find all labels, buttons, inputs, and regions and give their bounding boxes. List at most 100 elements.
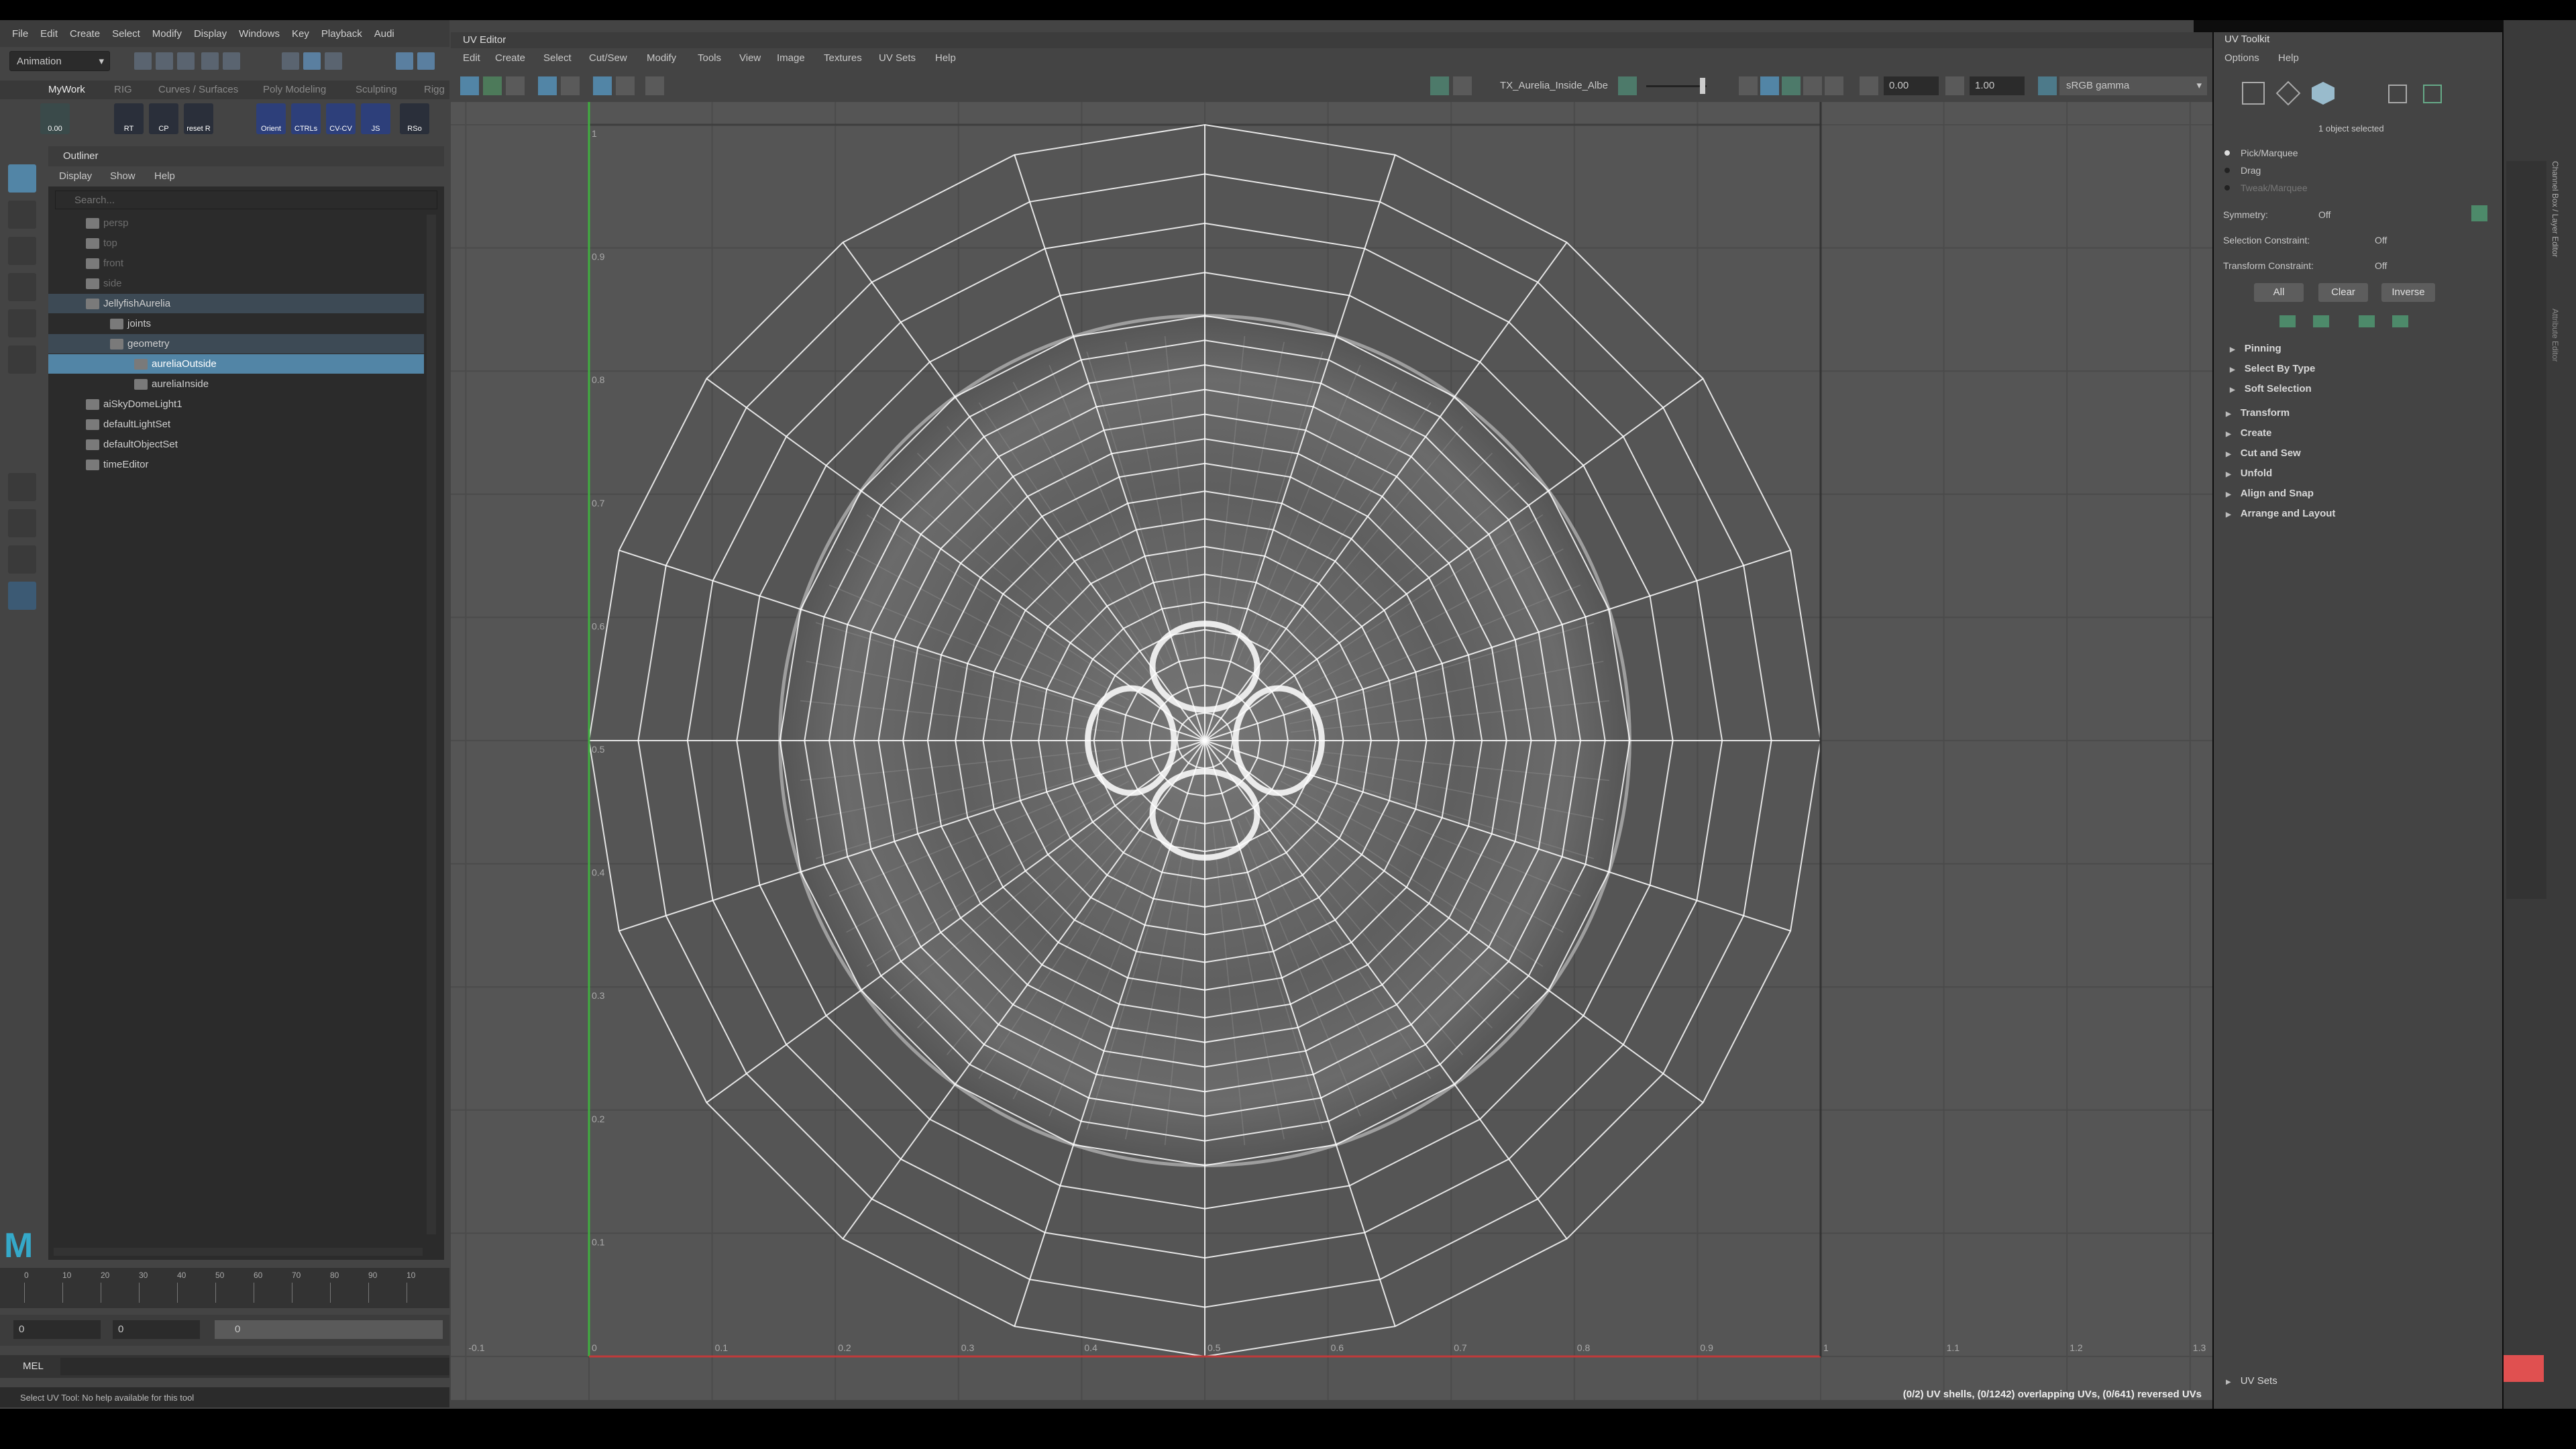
menu-playback[interactable]: Playback <box>321 28 362 40</box>
uv-frame-sel-icon[interactable] <box>1760 76 1779 95</box>
select-border-icon[interactable] <box>2359 315 2375 327</box>
radio-tweak-icon[interactable] <box>2224 185 2230 191</box>
two-view-layout-icon[interactable] <box>8 545 36 574</box>
symmetry-toggle-icon[interactable] <box>2471 205 2487 221</box>
gamma-icon[interactable] <box>1945 76 1964 95</box>
outliner-row[interactable]: aiSkyDomeLight1 <box>48 394 424 414</box>
outliner-hscrollbar[interactable] <box>54 1248 423 1256</box>
uv-grid-icon[interactable] <box>538 76 557 95</box>
shelf-ctrls-button[interactable]: CTRLs <box>291 103 321 134</box>
shelf-cp-button[interactable]: CP <box>149 103 178 134</box>
menu-create[interactable]: Create <box>70 28 100 40</box>
shelf-js-button[interactable]: JS <box>361 103 390 134</box>
shelf-value-button[interactable]: 0.00 <box>40 103 70 134</box>
color-space-dropdown[interactable]: sRGB gamma ▾ <box>2059 76 2207 95</box>
face-mode-icon[interactable] <box>2423 85 2442 103</box>
shrink-selection-icon[interactable] <box>2313 315 2329 327</box>
start-frame-field[interactable]: 0 <box>13 1320 101 1339</box>
section-arrange-and-layout[interactable]: Arrange and Layout <box>2226 504 2494 523</box>
move-tool-icon[interactable] <box>8 273 36 301</box>
outliner-row[interactable]: aureliaInside <box>48 374 424 394</box>
uv-display-image-icon[interactable] <box>616 76 635 95</box>
section-soft-selection[interactable]: Soft Selection <box>2230 380 2498 398</box>
uv-shaded-icon[interactable] <box>460 76 479 95</box>
transform-constraint-value[interactable]: Off <box>2375 260 2387 271</box>
select-tool-icon[interactable] <box>8 164 36 193</box>
menu-key[interactable]: Key <box>292 28 309 40</box>
uv-menu-view[interactable]: View <box>739 52 761 64</box>
section-unfold[interactable]: Unfold <box>2226 464 2494 483</box>
select-hierarchy-icon[interactable] <box>282 52 299 70</box>
section-create[interactable]: Create <box>2226 424 2494 443</box>
outliner-row[interactable]: geometry <box>48 334 424 354</box>
mel-label[interactable]: MEL <box>23 1360 44 1372</box>
selection-constraint-value[interactable]: Off <box>2375 235 2387 246</box>
texture-name-label[interactable]: TX_Aurelia_Inside_Albe <box>1500 80 1608 91</box>
section-uv-sets[interactable]: UV Sets <box>2226 1372 2494 1391</box>
attribute-editor-tab[interactable]: Attribute Editor <box>2551 309 2560 362</box>
outliner-row[interactable]: timeEditor <box>48 455 424 474</box>
shelf-reset-button[interactable]: reset R <box>184 103 213 134</box>
snap-curve-icon[interactable] <box>417 52 435 70</box>
shelf-tab-rig[interactable]: RIG <box>114 84 132 95</box>
shelf-cvcv-button[interactable]: CV-CV <box>326 103 356 134</box>
toolkit-menu-help[interactable]: Help <box>2278 52 2299 64</box>
uv-distortion-icon[interactable] <box>483 76 502 95</box>
section-cut-and-sew[interactable]: Cut and Sew <box>2226 444 2494 463</box>
section-align-and-snap[interactable]: Align and Snap <box>2226 484 2494 503</box>
exposure-icon[interactable] <box>1860 76 1878 95</box>
time-slider[interactable]: 0 10 20 30 40 50 60 70 80 90 10 <box>0 1268 449 1308</box>
new-scene-icon[interactable] <box>134 52 152 70</box>
uv-checker-icon[interactable] <box>1430 76 1449 95</box>
grow-selection-icon[interactable] <box>2279 315 2296 327</box>
save-scene-icon[interactable] <box>177 52 195 70</box>
record-button[interactable] <box>2504 1355 2544 1382</box>
outliner-menu-display[interactable]: Display <box>59 170 92 182</box>
outliner-scrollbar[interactable] <box>427 215 436 1234</box>
scale-tool-icon[interactable] <box>8 345 36 374</box>
uv-color-icon[interactable] <box>1618 76 1637 95</box>
shelf-tab-curves[interactable]: Curves / Surfaces <box>158 84 238 95</box>
mode-pick-marquee[interactable]: Pick/Marquee <box>2241 148 2298 158</box>
radio-drag-icon[interactable] <box>2224 168 2230 173</box>
outliner-menu-show[interactable]: Show <box>110 170 136 182</box>
mel-input[interactable] <box>60 1358 449 1375</box>
menu-windows[interactable]: Windows <box>239 28 280 40</box>
redo-icon[interactable] <box>223 52 240 70</box>
exposure-slider-handle[interactable] <box>1700 78 1705 94</box>
uv-menu-select[interactable]: Select <box>543 52 572 64</box>
menu-edit[interactable]: Edit <box>40 28 58 40</box>
four-view-layout-icon[interactable] <box>8 509 36 537</box>
mode-drag[interactable]: Drag <box>2241 165 2261 176</box>
uv-frame-all-icon[interactable] <box>1739 76 1758 95</box>
menu-file[interactable]: File <box>12 28 28 40</box>
shelf-tab-rigg[interactable]: Rigg <box>424 84 445 95</box>
shelf-tab-poly[interactable]: Poly Modeling <box>263 84 326 95</box>
uv-menu-help[interactable]: Help <box>935 52 956 64</box>
outliner-row[interactable]: defaultLightSet <box>48 415 424 434</box>
channel-box-tab[interactable]: Channel Box / Layer Editor <box>2551 161 2560 257</box>
uv-menu-textures[interactable]: Textures <box>824 52 862 64</box>
shelf-orient-button[interactable]: Orient <box>256 103 286 134</box>
inverse-button[interactable]: Inverse <box>2381 283 2435 302</box>
clear-button[interactable]: Clear <box>2318 283 2368 302</box>
menu-audio[interactable]: Audi <box>374 28 394 40</box>
outliner-row[interactable]: aureliaOutside <box>48 354 424 374</box>
open-scene-icon[interactable] <box>156 52 173 70</box>
outliner-row[interactable]: JellyfishAurelia <box>48 294 424 313</box>
exposure-slider[interactable] <box>1646 85 1707 87</box>
outliner-row[interactable]: defaultObjectSet <box>48 435 424 454</box>
snap-grid-icon[interactable] <box>396 52 413 70</box>
uv-mode-icon[interactable] <box>2388 85 2407 103</box>
single-view-layout-icon[interactable] <box>8 473 36 501</box>
menu-modify[interactable]: Modify <box>152 28 182 40</box>
uv-menu-image[interactable]: Image <box>777 52 805 64</box>
menu-select[interactable]: Select <box>112 28 140 40</box>
uv-menu-cutsew[interactable]: Cut/Sew <box>589 52 627 64</box>
shelf-rso-button[interactable]: RSo <box>400 103 429 134</box>
uv-refresh-icon[interactable] <box>1782 76 1801 95</box>
outliner-menu-help[interactable]: Help <box>154 170 175 182</box>
select-objects-icon[interactable] <box>303 52 321 70</box>
outliner-row[interactable]: side <box>48 274 424 293</box>
end-frame-field[interactable]: 0 <box>113 1320 200 1339</box>
